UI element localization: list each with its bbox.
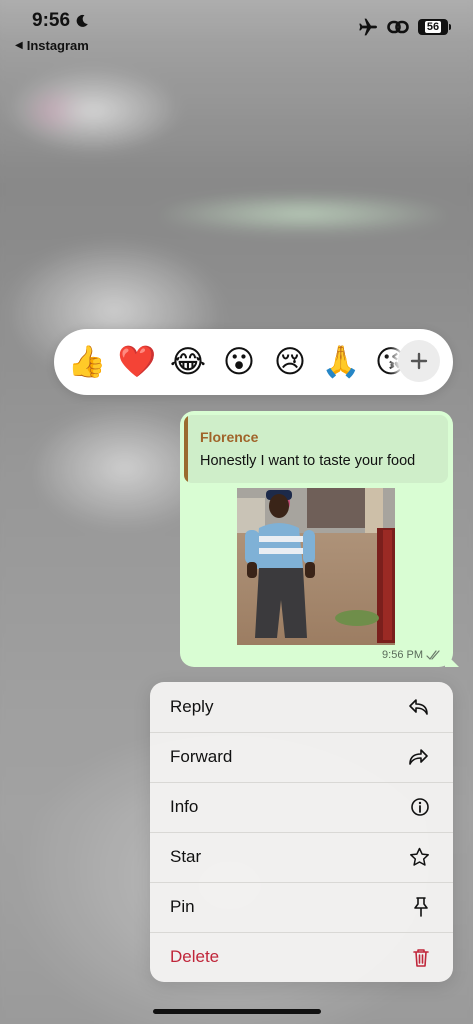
status-indicators: 56 <box>358 18 451 36</box>
quote-accent-bar <box>184 415 188 483</box>
link-icon <box>387 20 409 34</box>
message-bubble[interactable]: Florence Honestly I want to taste your f… <box>180 411 459 667</box>
message-timestamp: 9:56 PM <box>382 649 441 661</box>
message-photo[interactable] <box>237 488 395 645</box>
pin-icon <box>414 897 428 917</box>
menu-item-delete[interactable]: Delete <box>150 932 453 982</box>
menu-pin-label: Pin <box>170 897 195 916</box>
moon-icon <box>76 14 88 27</box>
menu-info-label: Info <box>170 797 199 816</box>
menu-star-label: Star <box>170 847 202 866</box>
reply-icon <box>409 699 428 715</box>
status-time: 9:56 <box>32 10 89 32</box>
back-triangle-icon: ◀ <box>15 40 23 51</box>
add-reaction-button[interactable] <box>398 340 440 382</box>
forward-icon <box>409 749 428 765</box>
menu-item-reply[interactable]: Reply <box>150 682 453 732</box>
home-indicator[interactable] <box>153 1009 321 1014</box>
photo-image <box>237 488 395 645</box>
menu-forward-label: Forward <box>170 747 233 766</box>
reaction-thumbs-up[interactable]: 👍 <box>68 343 107 381</box>
menu-item-star[interactable]: Star <box>150 832 453 882</box>
info-icon <box>411 798 429 816</box>
time-label: 9:56 <box>32 10 71 31</box>
menu-item-info[interactable]: Info <box>150 782 453 832</box>
back-to-app-button[interactable]: ◀ Instagram <box>15 38 89 53</box>
menu-reply-label: Reply <box>170 697 214 716</box>
menu-delete-label: Delete <box>170 947 220 966</box>
reaction-folded-hands[interactable]: 🙏 <box>322 343 361 381</box>
message-context-menu: Reply Forward Info Star Pin Delete <box>150 682 453 982</box>
quoted-text: Honestly I want to taste your food <box>200 453 416 469</box>
quoted-author: Florence <box>200 429 259 445</box>
battery-icon: 56 <box>418 19 448 35</box>
reaction-open-mouth[interactable]: 😮 <box>220 343 258 381</box>
reaction-bar: 👍 ❤️ 😂 😮 😢 🙏 😘 <box>54 329 453 395</box>
reaction-red-heart[interactable]: ❤️ <box>118 343 157 381</box>
reaction-tears-of-joy[interactable]: 😂 <box>169 343 207 381</box>
back-app-label: Instagram <box>26 38 89 53</box>
trash-icon <box>413 948 429 967</box>
menu-item-pin[interactable]: Pin <box>150 882 453 932</box>
message-time: 9:56 PM <box>382 649 423 661</box>
star-icon <box>410 847 429 866</box>
plus-icon <box>410 352 428 370</box>
menu-item-forward[interactable]: Forward <box>150 732 453 782</box>
double-check-icon <box>426 650 440 660</box>
airplane-icon <box>359 18 377 36</box>
battery-tip <box>449 24 451 30</box>
reaction-crying-face[interactable]: 😢 <box>271 343 309 381</box>
battery-level: 56 <box>424 21 442 33</box>
quoted-message[interactable]: Florence Honestly I want to taste your f… <box>184 415 448 483</box>
